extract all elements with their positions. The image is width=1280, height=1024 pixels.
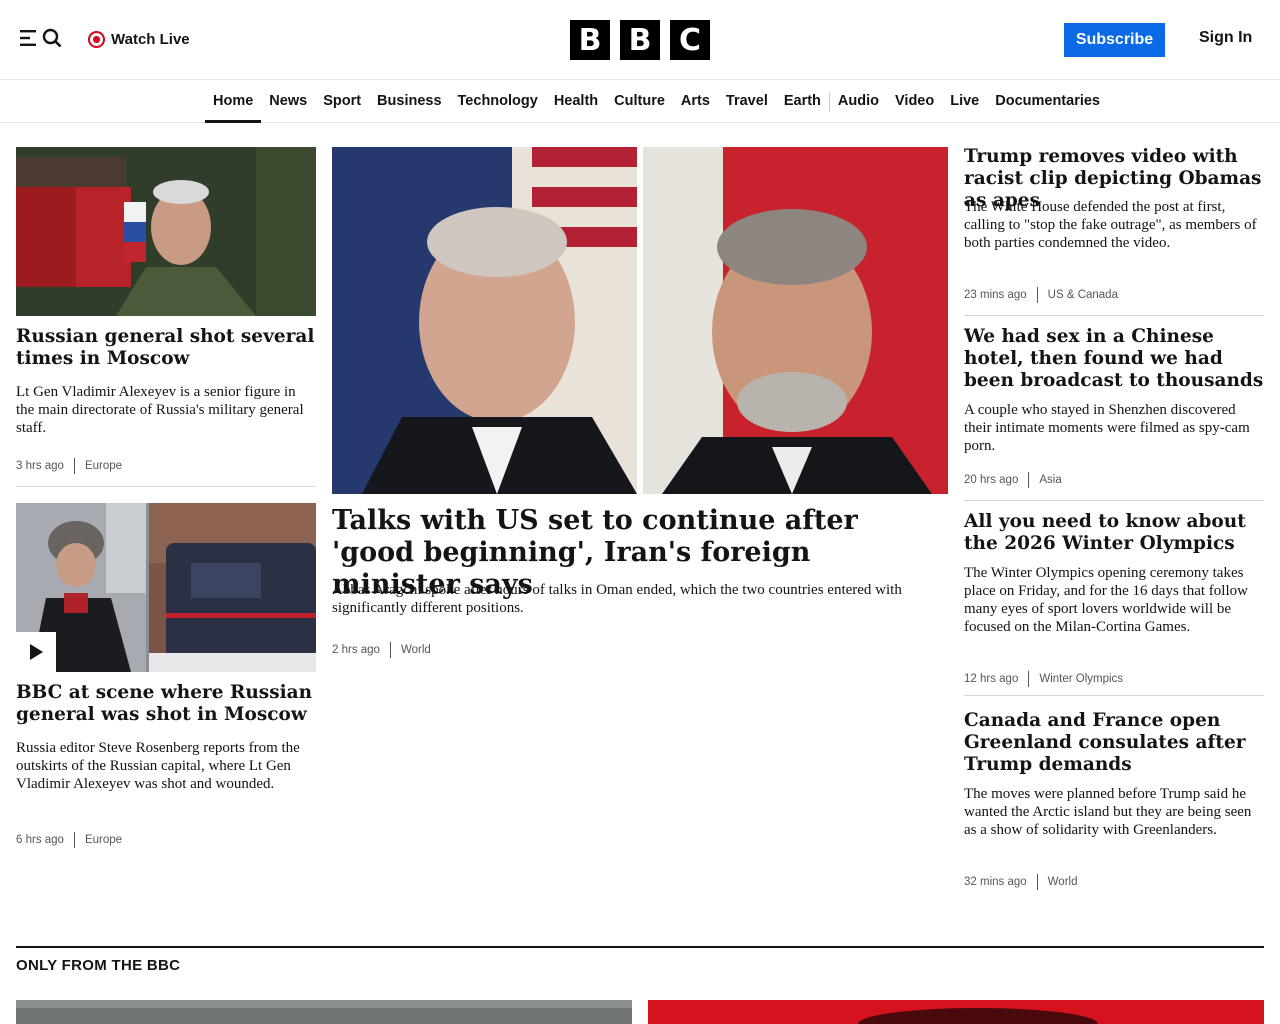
story-divider <box>16 486 316 487</box>
meta-separator <box>1028 472 1030 488</box>
story-meta-3: 23 mins ago US & Canada <box>964 287 1118 303</box>
nav-list: Home News Sport Business Technology Heal… <box>205 81 1108 123</box>
meta-separator <box>1028 671 1030 687</box>
main-nav: Home News Sport Business Technology Heal… <box>0 81 1280 123</box>
nav-item-audio[interactable]: Audio <box>830 81 887 123</box>
promo-image-1[interactable] <box>16 1000 632 1024</box>
nav-item-arts[interactable]: Arts <box>673 81 718 123</box>
menu-icon <box>20 29 42 52</box>
story-section-link[interactable]: Europe <box>85 834 122 846</box>
nav-item-business[interactable]: Business <box>369 81 449 123</box>
story-divider <box>964 500 1264 501</box>
logo-letter-2: B <box>620 20 660 60</box>
bbc-logo[interactable]: B B C <box>570 20 710 60</box>
logo-letter-1: B <box>570 20 610 60</box>
sign-in-button[interactable]: Sign In <box>1199 29 1252 47</box>
meta-separator <box>73 458 75 474</box>
story-meta-2: 6 hrs ago Europe <box>16 832 122 848</box>
story-summary-4: A couple who stayed in Shenzhen discover… <box>964 402 1250 454</box>
nav-item-sport[interactable]: Sport <box>315 81 369 123</box>
story-summary-3: The White House defended the post at fir… <box>964 199 1257 251</box>
menu-search-button[interactable] <box>20 28 64 52</box>
story-section-link[interactable]: World <box>401 644 431 656</box>
story-image-scene[interactable] <box>16 503 316 672</box>
story-section-link[interactable]: Winter Olympics <box>1039 673 1123 685</box>
story-meta-4: 20 hrs ago Asia <box>964 472 1062 488</box>
story-time: 20 hrs ago <box>964 474 1019 486</box>
nav-item-home[interactable]: Home <box>205 81 262 123</box>
story-meta-5: 12 hrs ago Winter Olympics <box>964 671 1123 687</box>
search-icon <box>42 28 62 53</box>
story-headline-1[interactable]: Russian general shot several times in Mo… <box>16 326 316 370</box>
story-time: 3 hrs ago <box>16 460 64 472</box>
story-time: 6 hrs ago <box>16 834 64 846</box>
live-dot-icon <box>88 30 105 48</box>
subscribe-button[interactable]: Subscribe <box>1064 23 1165 57</box>
story-image-general[interactable] <box>16 147 316 316</box>
meta-separator <box>73 832 75 848</box>
story-time: 2 hrs ago <box>332 644 380 656</box>
nav-item-news[interactable]: News <box>261 81 315 123</box>
promo-image-2[interactable] <box>648 1000 1264 1024</box>
nav-item-earth[interactable]: Earth <box>776 81 829 123</box>
story-section-link[interactable]: World <box>1048 876 1078 888</box>
story-headline-2[interactable]: BBC at scene where Russian general was s… <box>16 682 316 726</box>
story-divider <box>964 315 1264 316</box>
story-summary-5: The Winter Olympics opening ceremony tak… <box>964 565 1248 635</box>
nav-item-travel[interactable]: Travel <box>718 81 776 123</box>
nav-item-documentaries[interactable]: Documentaries <box>987 81 1108 123</box>
section-rule <box>16 946 1264 948</box>
main-story-meta: 2 hrs ago World <box>332 642 431 658</box>
nav-item-health[interactable]: Health <box>546 81 606 123</box>
masthead: Watch Live B B C Subscribe Sign In <box>0 0 1280 80</box>
story-headline-4[interactable]: We had sex in a Chinese hotel, then foun… <box>964 326 1264 392</box>
logo-letter-3: C <box>670 20 710 60</box>
nav-item-culture[interactable]: Culture <box>606 81 673 123</box>
play-button[interactable] <box>16 632 56 672</box>
section-title[interactable]: ONLY FROM THE BBC <box>16 957 180 974</box>
main-story-summary: Abbas Aragchi spoke after hours of talks… <box>332 582 902 616</box>
nav-item-video[interactable]: Video <box>887 81 942 123</box>
story-headline-6[interactable]: Canada and France open Greenland consula… <box>964 710 1264 776</box>
play-icon <box>30 644 43 660</box>
story-summary-6: The moves were planned before Trump said… <box>964 786 1252 838</box>
story-section-link[interactable]: Europe <box>85 460 122 472</box>
story-meta-6: 32 mins ago World <box>964 874 1077 890</box>
story-meta-1: 3 hrs ago Europe <box>16 458 122 474</box>
nav-item-technology[interactable]: Technology <box>450 81 546 123</box>
nav-item-live[interactable]: Live <box>942 81 987 123</box>
story-headline-5[interactable]: All you need to know about the 2026 Wint… <box>964 511 1264 555</box>
meta-separator <box>1036 287 1038 303</box>
story-time: 12 hrs ago <box>964 673 1019 685</box>
story-section-link[interactable]: Asia <box>1039 474 1061 486</box>
watch-live-link[interactable]: Watch Live <box>88 28 190 50</box>
story-summary-1: Lt Gen Vladimir Alexeyev is a senior fig… <box>16 384 304 436</box>
story-divider <box>964 695 1264 696</box>
story-time: 32 mins ago <box>964 876 1027 888</box>
story-section-link[interactable]: US & Canada <box>1048 289 1118 301</box>
meta-separator <box>389 642 391 658</box>
main-story-image[interactable] <box>332 147 948 494</box>
watch-live-label: Watch Live <box>111 30 190 48</box>
story-time: 23 mins ago <box>964 289 1027 301</box>
meta-separator <box>1036 874 1038 890</box>
story-summary-2: Russia editor Steve Rosenberg reports fr… <box>16 740 300 792</box>
